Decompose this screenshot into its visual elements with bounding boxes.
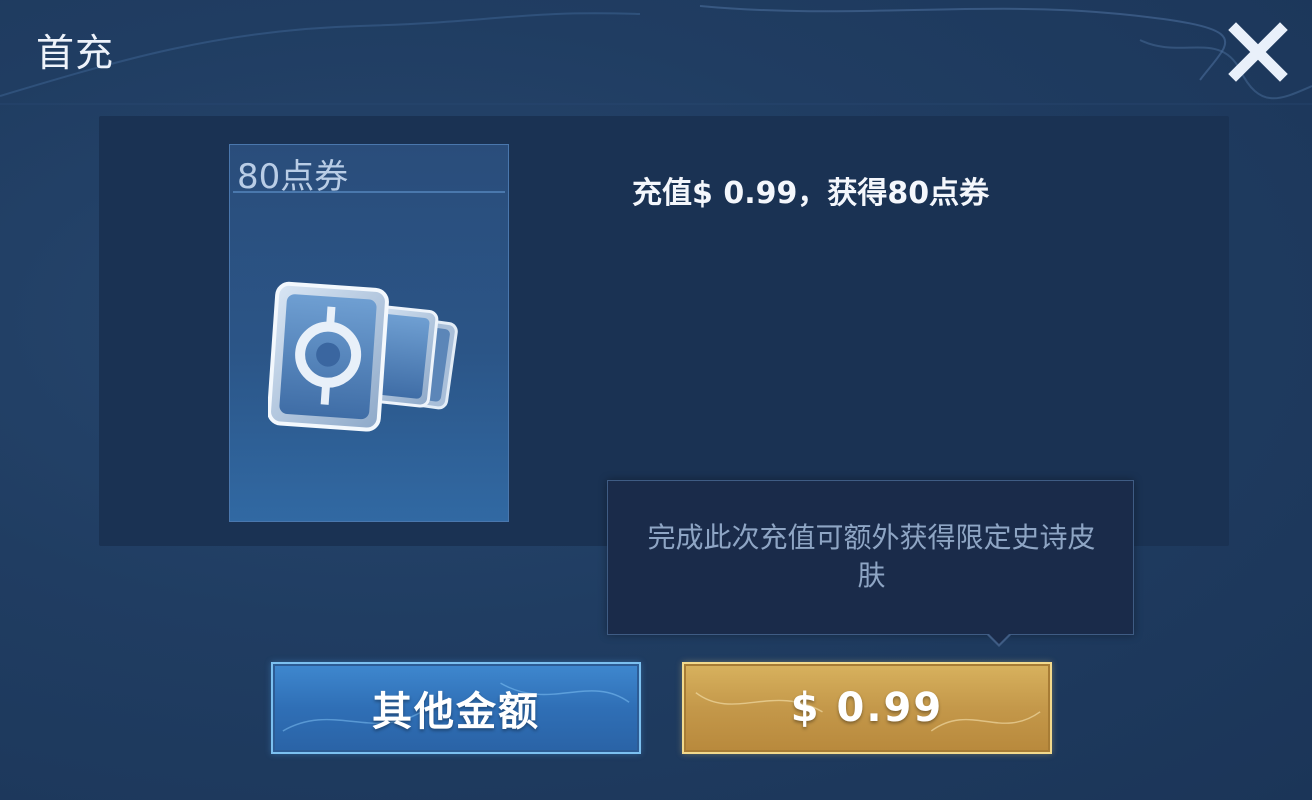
other-amount-label: 其他金额: [372, 689, 540, 735]
close-icon: [1228, 22, 1288, 82]
coupon-cards-icon: [268, 281, 458, 432]
header-decoration: [0, 5, 1312, 105]
close-button[interactable]: [1226, 22, 1290, 82]
tooltip-arrow-inner: [988, 633, 1010, 644]
reward-description: 充值$ 0.99，获得80点券: [632, 176, 990, 211]
bonus-tooltip: 完成此次充值可额外获得限定史诗皮肤: [607, 480, 1134, 635]
first-recharge-screen: 首充 80点券 充值$ 0.99，获得80点券 完成此次充值可额外获得限定史诗皮…: [0, 0, 1312, 800]
reward-item-card: 80点券: [229, 144, 509, 522]
tooltip-text: 完成此次充值可额外获得限定史诗皮肤: [647, 521, 1096, 592]
other-amount-button[interactable]: 其他金额: [271, 662, 641, 754]
page-title: 首充: [36, 31, 115, 75]
price-label: $ 0.99: [790, 685, 944, 731]
card-divider: [233, 191, 505, 193]
pay-button[interactable]: $ 0.99: [682, 662, 1052, 754]
